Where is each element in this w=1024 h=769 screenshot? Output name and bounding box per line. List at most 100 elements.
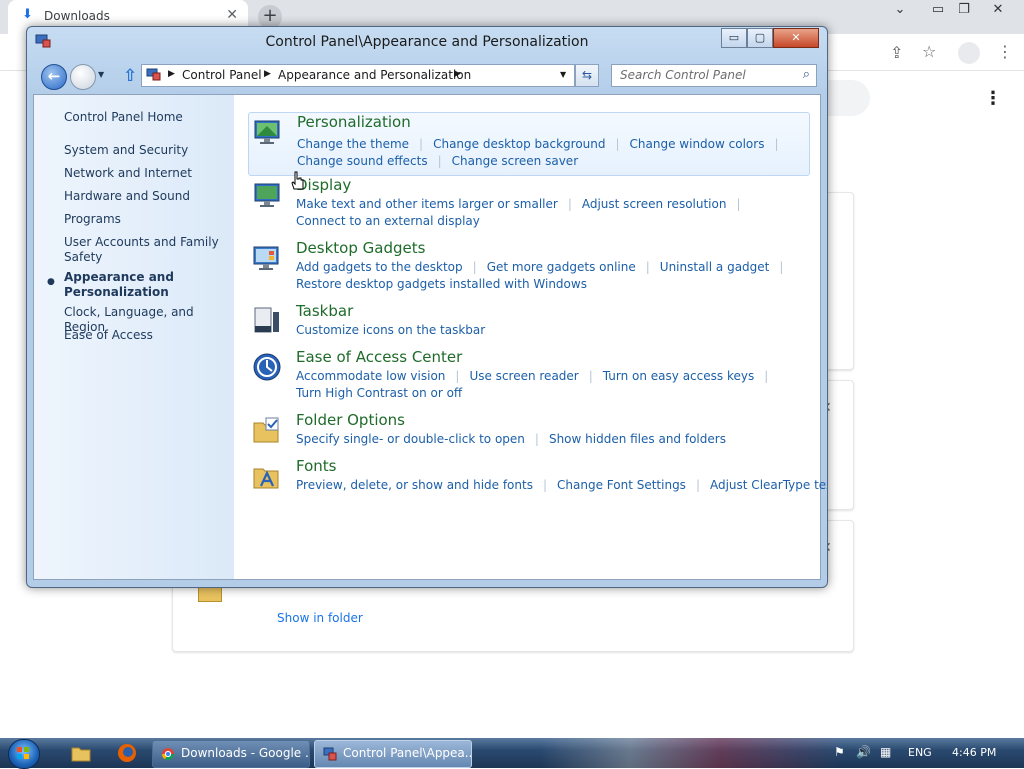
link-separator: | (534, 432, 539, 446)
sidebar-item-appearance[interactable]: Appearance and Personalization (64, 270, 224, 300)
category-folder-options: Folder Options Specify single- or double… (248, 411, 808, 455)
link-uninstall-gadget[interactable]: Uninstall a gadget (660, 260, 770, 274)
link-change-window-colors[interactable]: Change window colors (630, 137, 765, 151)
link-separator: | (645, 260, 650, 274)
link-high-contrast[interactable]: Turn High Contrast on or off (296, 386, 462, 400)
downloads-menu-icon[interactable]: ⋮ (984, 88, 1002, 109)
link-single-double-click[interactable]: Specify single- or double-click to open (296, 432, 525, 446)
link-change-font-settings[interactable]: Change Font Settings (557, 478, 686, 492)
search-input[interactable]: Search Control Panel ⌕ (611, 64, 817, 87)
link-use-screen-reader[interactable]: Use screen reader (469, 369, 578, 383)
link-connect-external-display[interactable]: Connect to an external display (296, 214, 480, 228)
chrome-icon (162, 748, 174, 761)
close-button[interactable]: ✕ (773, 28, 819, 48)
tab-search-icon[interactable]: ⌄ (888, 2, 912, 20)
close-tab-icon[interactable]: ✕ (226, 7, 238, 23)
sidebar-item-system-security[interactable]: System and Security (64, 143, 224, 158)
link-separator: | (472, 260, 477, 274)
sidebar-item-user-accounts[interactable]: User Accounts and Family Safety (64, 235, 224, 265)
category-personalization: Personalization Change the theme | Change … (248, 112, 810, 176)
sidebar-item-hardware-sound[interactable]: Hardware and Sound (64, 189, 224, 204)
link-adjust-screen-resolution[interactable]: Adjust screen resolution (582, 197, 727, 211)
link-get-more-gadgets[interactable]: Get more gadgets online (487, 260, 636, 274)
link-restore-desktop-gadgets[interactable]: Restore desktop gadgets installed with W… (296, 277, 587, 291)
category-display: Display Make text and other items larger… (248, 176, 808, 236)
sidebar-item-ease-of-access[interactable]: Ease of Access (64, 328, 224, 343)
link-accommodate-low-vision[interactable]: Accommodate low vision (296, 369, 445, 383)
recent-pages-dropdown-icon[interactable]: ▼ (98, 70, 104, 79)
download-icon: ⬇ (22, 7, 33, 22)
bookmark-star-icon[interactable]: ☆ (922, 42, 936, 61)
link-change-sound-effects[interactable]: Change sound effects (297, 154, 428, 168)
browser-minimize-button[interactable]: ▭ (926, 2, 950, 20)
category-title-folder-options[interactable]: Folder Options (296, 411, 405, 429)
link-add-gadgets[interactable]: Add gadgets to the desktop (296, 260, 463, 274)
browser-menu-icon[interactable]: ⋮ (997, 42, 1013, 61)
taskbar-button-chrome[interactable]: Downloads - Google ... (152, 740, 310, 768)
control-panel-icon (146, 68, 161, 81)
taskbar-button-control-panel[interactable]: Control Panel\Appea... (314, 740, 472, 768)
link-change-screen-saver[interactable]: Change screen saver (452, 154, 579, 168)
minimize-button[interactable]: ▭ (721, 28, 747, 48)
breadcrumb-separator-icon[interactable]: ▶ (168, 69, 175, 79)
link-separator: | (588, 369, 593, 383)
breadcrumb-control-panel[interactable]: Control Panel (182, 68, 262, 82)
link-change-desktop-background[interactable]: Change desktop background (433, 137, 605, 151)
browser-close-button[interactable]: ✕ (986, 2, 1010, 20)
display-icon (254, 183, 280, 207)
sidebar-item-network[interactable]: Network and Internet (64, 166, 224, 181)
file-explorer-icon[interactable] (70, 742, 92, 764)
input-language[interactable]: ENG (908, 746, 932, 759)
hand-cursor-icon (291, 171, 304, 190)
search-icon[interactable]: ⌕ (803, 67, 810, 82)
back-button[interactable]: ← (41, 64, 67, 90)
link-turn-on-easy-access-keys[interactable]: Turn on easy access keys (603, 369, 754, 383)
link-make-text-larger[interactable]: Make text and other items larger or smal… (296, 197, 558, 211)
breadcrumb-separator-icon[interactable]: ▶ (454, 69, 461, 79)
taskbar-button-label: Downloads - Google ... (181, 746, 310, 760)
breadcrumb-separator-icon[interactable]: ▶ (264, 69, 271, 79)
volume-icon[interactable]: 🔊 (856, 745, 871, 759)
link-show-hidden-files[interactable]: Show hidden files and folders (549, 432, 726, 446)
maximize-button[interactable]: ▢ (747, 28, 773, 48)
taskbar-icon (254, 307, 279, 333)
category-title-desktop-gadgets[interactable]: Desktop Gadgets (296, 239, 425, 257)
category-title-personalization[interactable]: Personalization (297, 113, 411, 131)
address-dropdown-icon[interactable]: ▼ (560, 70, 566, 79)
link-separator: | (774, 137, 779, 151)
link-customize-taskbar-icons[interactable]: Customize icons on the taskbar (296, 323, 485, 337)
show-in-folder-link[interactable]: Show in folder (277, 611, 363, 625)
category-title-ease-of-access-center[interactable]: Ease of Access Center (296, 348, 462, 366)
refresh-button[interactable]: ⇆ (575, 64, 599, 87)
control-panel-icon (323, 747, 337, 761)
category-title-fonts[interactable]: Fonts (296, 457, 336, 475)
category-fonts: Fonts Preview, delete, or show and hide … (248, 457, 827, 501)
firefox-icon[interactable] (116, 742, 138, 764)
personalization-icon (254, 120, 280, 144)
link-preview-delete-fonts[interactable]: Preview, delete, or show and hide fonts (296, 478, 533, 492)
link-change-theme[interactable]: Change the theme (297, 137, 409, 151)
category-title-taskbar[interactable]: Taskbar (296, 302, 353, 320)
taskbar-wallpaper-strip (540, 738, 840, 768)
link-adjust-cleartype[interactable]: Adjust ClearType text (710, 478, 827, 492)
sidebar-item-programs[interactable]: Programs (64, 212, 224, 227)
address-bar[interactable]: ▶ Control Panel ▶ Appearance and Persona… (141, 64, 575, 87)
breadcrumb-appearance[interactable]: Appearance and Personalization (278, 68, 471, 82)
sidebar-item-home[interactable]: Control Panel Home (64, 110, 224, 125)
sidebar: Control Panel Home System and Security N… (34, 95, 234, 579)
action-center-flag-icon[interactable]: ⚑ (834, 745, 845, 759)
link-separator: | (437, 154, 442, 168)
clock[interactable]: 4:46 PM (952, 746, 996, 759)
profile-avatar[interactable] (958, 42, 980, 64)
browser-restore-button[interactable]: ❐ (952, 2, 976, 20)
control-panel-content: Control Panel Home System and Security N… (33, 94, 827, 580)
network-icon[interactable]: ▦ (880, 745, 891, 759)
share-icon[interactable]: ⇪ (890, 43, 903, 62)
folder-options-icon (253, 417, 279, 443)
up-arrow-icon[interactable]: ⇧ (123, 66, 137, 86)
link-separator: | (455, 369, 460, 383)
forward-button[interactable] (70, 64, 96, 90)
window-title: Control Panel\Appearance and Personaliza… (265, 34, 589, 50)
link-separator: | (615, 137, 620, 151)
link-separator: | (779, 260, 784, 274)
